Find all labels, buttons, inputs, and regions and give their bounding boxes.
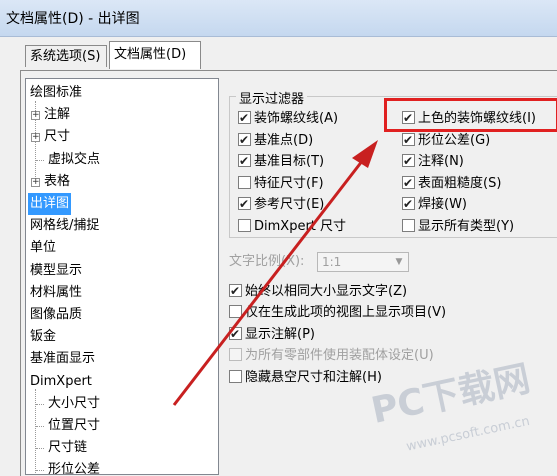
arrow-head [352,140,378,168]
arrow-shaft [172,155,368,406]
